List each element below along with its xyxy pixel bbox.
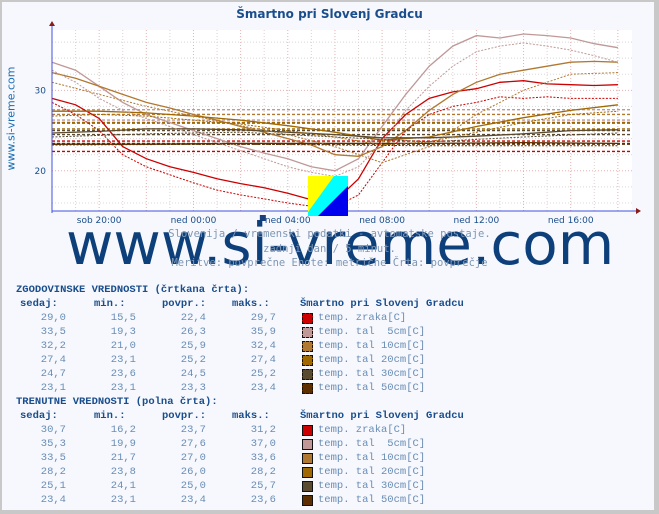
value-cell: 23,6 — [250, 494, 276, 506]
value-cell: 21,7 — [110, 452, 136, 464]
value-cell: 23,8 — [110, 466, 136, 478]
value-cell: 30,7 — [40, 424, 66, 436]
value-cell: 23,1 — [110, 494, 136, 506]
value-cell: 27,4 — [250, 354, 276, 366]
value-cell: 25,9 — [180, 340, 206, 352]
value-cell: 27,6 — [180, 438, 206, 450]
value-cell: 28,2 — [40, 466, 66, 478]
temperature-chart: sob 20:00 ned 00:00 ned 04:00 ned 08:00 ned … — [35, 21, 641, 226]
value-cell: 19,9 — [110, 438, 136, 450]
column-header: sedaj: — [20, 410, 58, 422]
column-header: sedaj: — [20, 298, 58, 310]
column-header: povpr.: — [162, 410, 207, 422]
value-cell: 26,0 — [180, 466, 206, 478]
value-cell: 15,5 — [110, 312, 136, 324]
value-cell: 26,3 — [180, 326, 206, 338]
station-header: Šmartno pri Slovenj Gradcu — [300, 410, 464, 422]
column-header: povpr.: — [162, 298, 207, 310]
legend-label: temp. zraka[C] — [318, 424, 407, 436]
value-cell: 23,3 — [180, 382, 206, 394]
value-cell: 27,0 — [180, 452, 206, 464]
y-tick-label: 30 — [35, 86, 47, 96]
column-header: maks.: — [232, 298, 270, 310]
legend-swatch — [302, 369, 313, 380]
value-cell: 23,1 — [40, 382, 66, 394]
value-cell: 33,6 — [250, 452, 276, 464]
value-cell: 28,2 — [250, 466, 276, 478]
legend-label: temp. tal 30cm[C] — [318, 480, 426, 492]
station-header: Šmartno pri Slovenj Gradcu — [300, 298, 464, 310]
x-axis-arrow — [636, 208, 641, 214]
value-cell: 25,0 — [180, 480, 206, 492]
value-cell: 24,7 — [40, 368, 66, 380]
value-cell: 33,5 — [40, 452, 66, 464]
legend-swatch — [302, 313, 313, 324]
legend-label: temp. tal 50cm[C] — [318, 382, 426, 394]
section-heading: ZGODOVINSKE VREDNOSTI (črtkana črta): — [16, 284, 250, 296]
value-cell: 25,7 — [250, 480, 276, 492]
column-header: maks.: — [232, 410, 270, 422]
value-cell: 21,0 — [110, 340, 136, 352]
value-cell: 25,1 — [40, 480, 66, 492]
value-cell: 23,6 — [110, 368, 136, 380]
subtitle-line-1: Slovenija / vremenski podatki - avtomats… — [168, 228, 491, 240]
value-cell: 23,4 — [40, 494, 66, 506]
legend-swatch — [302, 481, 313, 492]
value-cell: 24,5 — [180, 368, 206, 380]
legend-swatch — [302, 425, 313, 436]
subtitle-line-2: zadnji dan / 5 minut. — [263, 243, 396, 255]
value-cell: 16,2 — [110, 424, 136, 436]
y-tick-label: 20 — [35, 167, 47, 177]
value-cell: 27,4 — [40, 354, 66, 366]
y-axis-arrow — [49, 21, 55, 26]
value-cell: 25,2 — [180, 354, 206, 366]
section-heading: TRENUTNE VREDNOSTI (polna črta): — [16, 396, 218, 408]
legend-swatch — [302, 439, 313, 450]
legend-label: temp. tal 30cm[C] — [318, 368, 426, 380]
value-cell: 33,5 — [40, 326, 66, 338]
value-cell: 32,2 — [40, 340, 66, 352]
value-cell: 19,3 — [110, 326, 136, 338]
legend-label: temp. tal 5cm[C] — [318, 326, 426, 338]
legend-swatch — [302, 383, 313, 394]
legend-swatch — [302, 327, 313, 338]
value-cell: 25,2 — [250, 368, 276, 380]
legend-swatch — [302, 495, 313, 506]
legend-label: temp. zraka[C] — [318, 312, 407, 324]
value-cell: 35,3 — [40, 438, 66, 450]
legend-swatch — [302, 467, 313, 478]
value-cell: 31,2 — [250, 424, 276, 436]
value-cell: 22,4 — [180, 312, 206, 324]
column-header: min.: — [94, 298, 126, 310]
legend-label: temp. tal 5cm[C] — [318, 438, 426, 450]
value-cell: 35,9 — [250, 326, 276, 338]
legend-swatch — [302, 453, 313, 464]
legend-label: temp. tal 50cm[C] — [318, 494, 426, 506]
value-cell: 23,4 — [180, 494, 206, 506]
subtitle-line-3: Meritve: povprečne Enote: metrične Črta:… — [171, 257, 488, 269]
value-cell: 23,1 — [110, 354, 136, 366]
value-cell: 24,1 — [110, 480, 136, 492]
legend-label: temp. tal 20cm[C] — [318, 466, 426, 478]
value-cell: 23,1 — [110, 382, 136, 394]
legend-label: temp. tal 10cm[C] — [318, 340, 426, 352]
value-cell: 23,4 — [250, 382, 276, 394]
value-cell: 37,0 — [250, 438, 276, 450]
legend-swatch — [302, 355, 313, 366]
value-cell: 23,7 — [180, 424, 206, 436]
legend-swatch — [302, 341, 313, 352]
legend-label: temp. tal 20cm[C] — [318, 354, 426, 366]
column-header: min.: — [94, 410, 126, 422]
value-cell: 29,0 — [40, 312, 66, 324]
value-cell: 32,4 — [250, 340, 276, 352]
legend-label: temp. tal 10cm[C] — [318, 452, 426, 464]
value-cell: 29,7 — [250, 312, 276, 324]
